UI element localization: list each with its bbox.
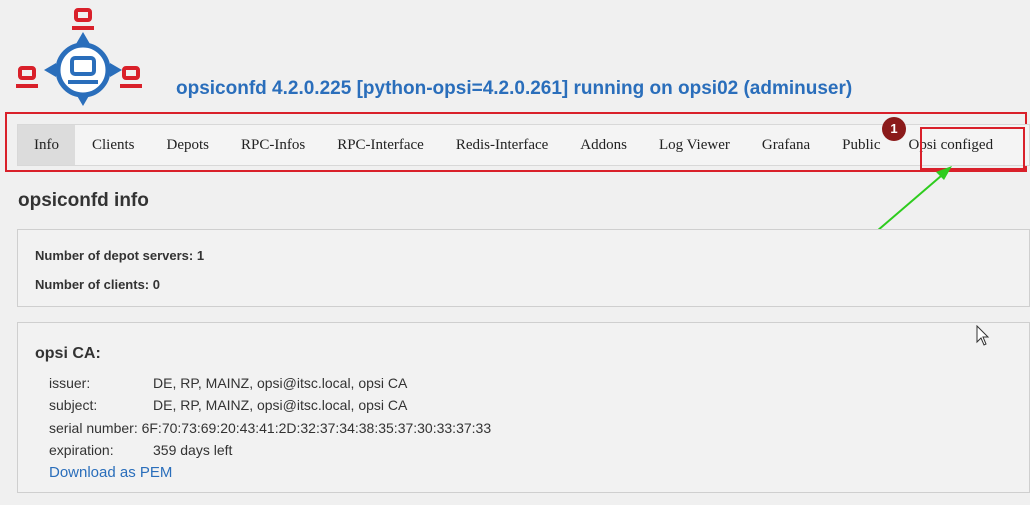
tab-rpc-interface[interactable]: RPC-Interface [321,125,440,165]
ca-expiration-row: expiration: 359 days left [49,442,232,458]
ca-subject-value: DE, RP, MAINZ, opsi@itsc.local, opsi CA [153,397,408,413]
tab-grafana[interactable]: Grafana [746,125,826,165]
ca-title: opsi CA: [35,345,101,362]
mouse-cursor-icon [976,325,990,346]
page-header-title: opsiconfd 4.2.0.225 [python-opsi=4.2.0.2… [176,78,853,99]
ca-issuer-label: issuer: [49,375,91,391]
ca-serial-row: serial number: 6F:70:73:69:20:43:41:2D:3… [49,420,491,436]
tab-depots[interactable]: Depots [151,125,226,165]
section-title-opsiconfd-info: opsiconfd info [18,190,149,211]
stats-panel: Number of depot servers: 1 Number of cli… [17,229,1030,307]
ca-subject-row: subject: DE, RP, MAINZ, opsi@itsc.local, … [49,397,407,413]
download-pem-link[interactable]: Download as PEM [49,464,172,481]
tab-info[interactable]: Info [18,125,75,165]
tab-clients[interactable]: Clients [76,125,151,165]
ca-issuer-row: issuer: DE, RP, MAINZ, opsi@itsc.local, o… [49,375,407,391]
step-badge: 1 [882,117,906,141]
tab-rpc-infos[interactable]: RPC-Infos [225,125,321,165]
ca-panel: opsi CA: issuer: DE, RP, MAINZ, opsi@itsc… [17,322,1030,493]
ca-serial-value: 6F:70:73:69:20:43:41:2D:32:37:34:38:35:3… [141,420,492,436]
ca-subject-label: subject: [49,397,98,413]
tab-addons[interactable]: Addons [564,125,643,165]
depot-servers-count: Number of depot servers: 1 [35,248,205,263]
ca-expiration-value: 359 days left [153,442,233,458]
tab-redis-interface[interactable]: Redis-Interface [440,125,564,165]
tab-log-viewer[interactable]: Log Viewer [643,125,746,165]
opsi-logo [16,8,142,106]
ca-issuer-value: DE, RP, MAINZ, opsi@itsc.local, opsi CA [153,375,408,391]
ca-expiration-label: expiration: [49,442,114,458]
clients-count: Number of clients: 0 [35,277,160,292]
ca-serial-label: serial number: [49,420,138,436]
